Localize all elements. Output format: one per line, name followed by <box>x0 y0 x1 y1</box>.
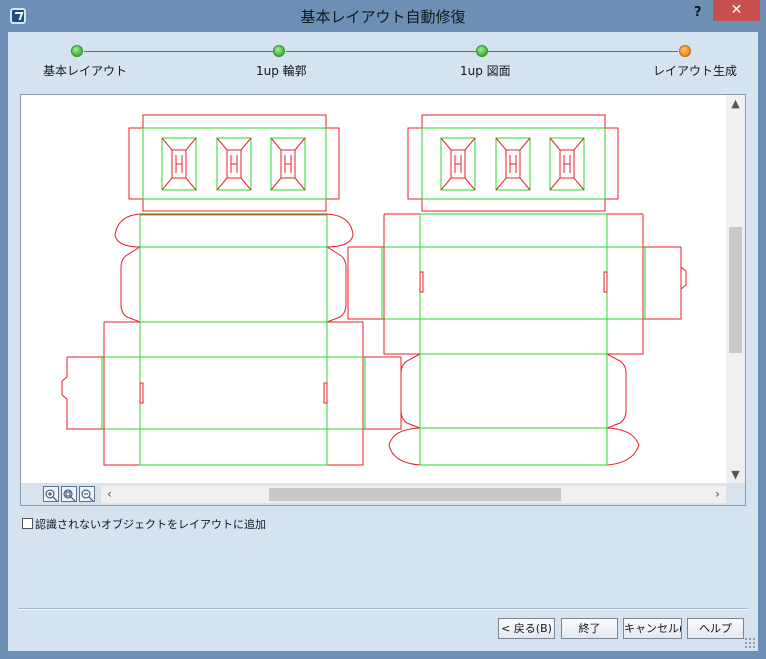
window-title: 基本レイアウト自動修復 <box>300 8 466 26</box>
add-unrecognized-objects-checkbox[interactable] <box>22 518 33 529</box>
right-box-net <box>347 114 687 466</box>
back-button[interactable]: < 戻る(B) <box>498 618 555 639</box>
add-unrecognized-objects-label: 認識されないオブジェクトをレイアウトに追加 <box>35 518 266 531</box>
layout-canvas[interactable] <box>21 95 726 485</box>
vertical-scrollbar[interactable]: ▲ ▼ <box>726 95 745 483</box>
horizontal-scroll-thumb[interactable] <box>269 488 561 501</box>
scroll-down-icon[interactable]: ▼ <box>726 466 745 483</box>
wizard-steps: 基本レイアウト 1up 輪郭 1up 図面 レイアウト生成 <box>8 32 758 92</box>
scroll-right-icon[interactable]: › <box>709 486 726 503</box>
step-connector <box>286 51 476 52</box>
step-label-layout-generation: レイアウト生成 <box>653 64 738 78</box>
scroll-left-icon[interactable]: ‹ <box>101 486 118 503</box>
step-status-icon <box>71 45 83 57</box>
scroll-up-icon[interactable]: ▲ <box>726 95 745 112</box>
step-status-icon <box>273 45 285 57</box>
step-current-icon <box>679 45 691 57</box>
step-connector <box>84 51 274 52</box>
close-button[interactable]: ✕ <box>713 0 760 21</box>
left-box-net <box>61 114 402 466</box>
zoom-fit-icon[interactable] <box>61 486 77 502</box>
zoom-out-icon[interactable] <box>79 486 95 502</box>
box-layout-drawing <box>61 114 687 466</box>
dialog-body: 基本レイアウト 1up 輪郭 1up 図面 レイアウト生成 ▲ ▼ ‹ › 認識… <box>8 32 758 651</box>
canvas-toolbar: ‹ › <box>21 483 745 505</box>
step-status-icon <box>476 45 488 57</box>
horizontal-scrollbar[interactable]: ‹ › <box>101 486 726 503</box>
vertical-scroll-thumb[interactable] <box>729 227 742 353</box>
step-label-1up-drawing: 1up 図面 <box>460 64 511 78</box>
finish-button[interactable]: 終了 <box>561 618 618 639</box>
step-connector <box>488 51 678 52</box>
step-label-basic-layout: 基本レイアウト <box>43 64 128 78</box>
title-bar[interactable]: 基本レイアウト自動修復 ? ✕ <box>0 0 766 32</box>
zoom-in-icon[interactable] <box>43 486 59 502</box>
help-title-button[interactable]: ? <box>694 5 702 20</box>
cancel-button[interactable]: キャンセル(C) <box>623 618 682 639</box>
layout-preview-panel: ▲ ▼ ‹ › <box>20 94 746 506</box>
footer-divider <box>18 608 748 610</box>
resize-grip-icon[interactable] <box>744 637 756 649</box>
step-label-1up-outline: 1up 輪郭 <box>256 64 307 78</box>
dialog-window: 基本レイアウト自動修復 ? ✕ 基本レイアウト 1up 輪郭 1up 図面 レイ… <box>0 0 766 659</box>
help-button[interactable]: ヘルプ <box>687 618 744 639</box>
